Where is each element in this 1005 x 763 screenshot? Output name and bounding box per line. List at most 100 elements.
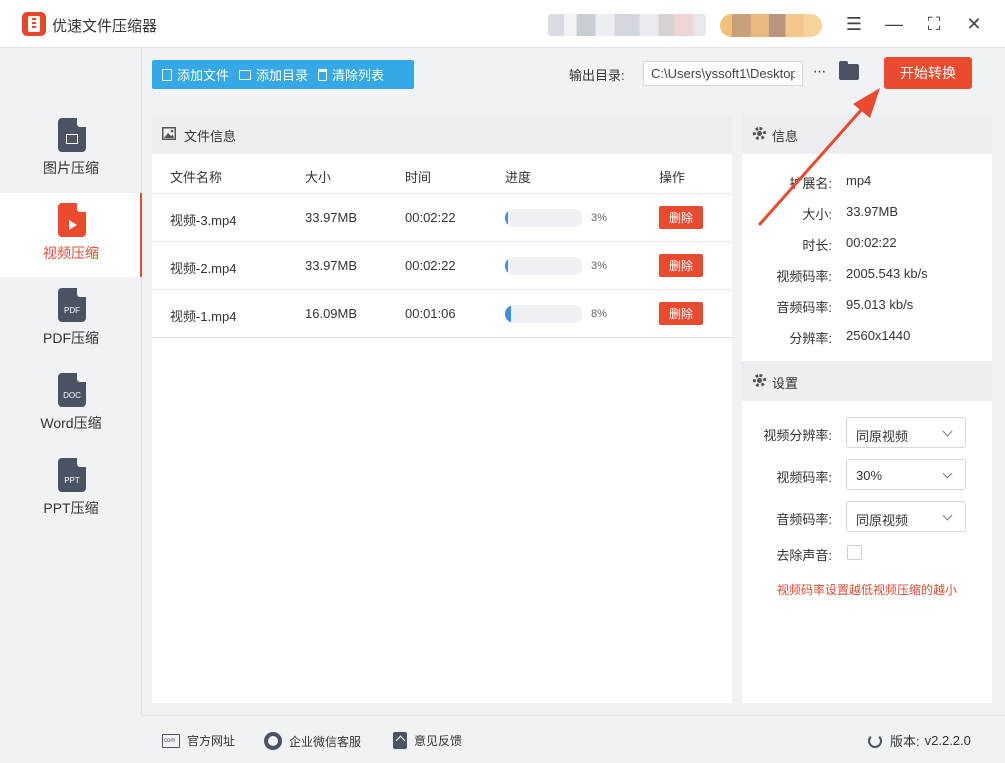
minimize-icon[interactable]: — (880, 10, 908, 38)
info-label-audio-bitrate: 音频码率: (776, 300, 832, 315)
start-convert-button[interactable]: 开始转换 (884, 57, 972, 89)
file-icon (162, 68, 172, 81)
maximize-icon[interactable]: ⛶ (920, 10, 948, 38)
gear-icon (753, 127, 766, 140)
sidebar-item-pdf[interactable]: PDF PDF压缩 (0, 278, 142, 362)
app-logo-icon (22, 12, 46, 36)
table-row[interactable]: 视频-1.mp4 16.09MB 00:01:06 8% 删除 (152, 289, 732, 337)
video-bitrate-label: 视频码率: (776, 470, 832, 485)
app-title: 优速文件压缩器 (52, 18, 158, 35)
column-header-progress: 进度 (505, 170, 532, 185)
info-label-duration: 时长: (802, 238, 832, 253)
delete-button[interactable]: 删除 (659, 302, 703, 325)
file-size: 33.97MB (305, 258, 358, 273)
info-section-title: 信息 (772, 129, 799, 144)
video-resolution-label: 视频分辨率: (763, 428, 832, 443)
progress-fill (505, 257, 508, 275)
info-section-header: 信息 (742, 114, 992, 154)
chevron-down-icon (942, 468, 953, 479)
delete-button[interactable]: 删除 (659, 254, 703, 277)
progress-bar (505, 209, 583, 227)
website-link[interactable]: 官方网址 (162, 732, 235, 749)
blurred-vip-badge[interactable] (720, 14, 822, 37)
file-panel-title: 文件信息 (184, 129, 237, 144)
info-value-audio-bitrate: 95.013 kb/s (846, 297, 914, 312)
info-value-duration: 00:02:22 (846, 235, 897, 250)
file-duration: 00:02:22 (405, 258, 456, 273)
gear-icon (753, 374, 766, 387)
file-name: 视频-3.mp4 (170, 213, 237, 228)
wechat-support-link[interactable]: 企业微信客服 (264, 732, 361, 750)
info-label-resolution: 分辨率: (789, 331, 832, 346)
progress-percent: 8% (591, 308, 607, 320)
table-row[interactable]: 视频-2.mp4 33.97MB 00:02:22 3% 删除 (152, 241, 732, 289)
sidebar: 图片压缩 视频压缩 PDF PDF压缩 DOC Word压缩 PPT PPT压缩 (0, 48, 142, 715)
remove-audio-checkbox[interactable] (847, 545, 862, 560)
blurred-username[interactable] (548, 14, 706, 36)
file-toolbar: 添加文件 添加目录 清除列表 (152, 60, 414, 89)
info-value-resolution: 2560x1440 (846, 328, 911, 343)
sidebar-item-ppt[interactable]: PPT PPT压缩 (0, 448, 142, 532)
file-size: 16.09MB (305, 306, 358, 321)
sidebar-item-image[interactable]: 图片压缩 (0, 108, 142, 192)
audio-bitrate-select[interactable]: 同原视频 (846, 501, 966, 532)
more-options-button[interactable]: ··· (810, 62, 828, 84)
sidebar-item-label: Word压缩 (40, 415, 102, 431)
progress-fill (505, 305, 512, 323)
file-name: 视频-1.mp4 (170, 309, 237, 324)
sidebar-item-label: PPT压缩 (43, 500, 99, 516)
progress-bar (505, 305, 583, 323)
info-label-extension: 扩展名: (789, 176, 832, 191)
progress-percent: 3% (591, 260, 607, 272)
output-dir-input[interactable] (643, 61, 803, 86)
sidebar-item-label: PDF压缩 (43, 330, 99, 346)
progress-bar (505, 257, 583, 275)
video-bitrate-select[interactable]: 30% (846, 459, 966, 490)
video-resolution-select[interactable]: 同原视频 (846, 417, 966, 448)
close-icon[interactable]: ✕ (960, 10, 988, 38)
file-duration: 00:02:22 (405, 210, 456, 225)
sidebar-item-word[interactable]: DOC Word压缩 (0, 363, 142, 447)
table-bottom-divider (152, 337, 732, 338)
file-duration: 00:01:06 (405, 306, 456, 321)
refresh-icon (868, 733, 882, 748)
sidebar-item-label: 视频压缩 (43, 245, 99, 261)
footer-bar: 官方网址 企业微信客服 意见反馈 版本: v2.2.2.0 (142, 715, 1005, 763)
sidebar-item-video[interactable]: 视频压缩 (0, 193, 142, 277)
bitrate-hint: 视频码率设置越低视频压缩的越小 (776, 583, 957, 597)
video-file-icon (58, 203, 86, 237)
website-icon (162, 733, 180, 748)
open-folder-icon[interactable] (839, 61, 859, 80)
info-settings-panel: 信息 扩展名: mp4 大小: 33.97MB 时长: 00:02:22 视频码… (742, 114, 992, 703)
remove-audio-label: 去除声音: (776, 548, 832, 563)
output-dir-label: 输出目录: (569, 68, 625, 83)
progress-percent: 3% (591, 212, 607, 224)
info-value-video-bitrate: 2005.543 kb/s (846, 266, 928, 281)
info-label-size: 大小: (802, 207, 832, 222)
column-header-size: 大小 (305, 170, 332, 185)
title-bar: 优速文件压缩器 ☰ — ⛶ ✕ (0, 0, 1005, 48)
column-header-time: 时间 (405, 170, 432, 185)
info-value-size: 33.97MB (846, 204, 899, 219)
delete-button[interactable]: 删除 (659, 206, 703, 229)
table-row[interactable]: 视频-3.mp4 33.97MB 00:02:22 3% 删除 (152, 193, 732, 241)
image-icon (162, 127, 176, 140)
doc-file-icon: DOC (58, 373, 86, 407)
clear-list-button[interactable]: 清除列表 (308, 60, 384, 89)
version-info[interactable]: 版本: v2.2.2.0 (868, 731, 971, 750)
chat-icon (264, 732, 282, 750)
folder-icon (239, 69, 252, 80)
chevron-down-icon (942, 510, 953, 521)
file-size: 33.97MB (305, 210, 358, 225)
add-directory-button[interactable]: 添加目录 (229, 60, 308, 89)
file-name: 视频-2.mp4 (170, 261, 237, 276)
add-file-button[interactable]: 添加文件 (152, 60, 229, 89)
info-value-extension: mp4 (846, 173, 872, 188)
feedback-link[interactable]: 意见反馈 (393, 732, 462, 749)
settings-section-title: 设置 (772, 376, 799, 391)
feedback-icon (393, 732, 407, 749)
file-list-panel: 文件信息 文件名称 大小 时间 进度 操作 视频-3.mp4 33.97MB 0… (152, 114, 732, 703)
settings-section-header: 设置 (742, 361, 992, 401)
hamburger-icon[interactable]: ☰ (840, 10, 868, 38)
progress-fill (505, 209, 508, 227)
